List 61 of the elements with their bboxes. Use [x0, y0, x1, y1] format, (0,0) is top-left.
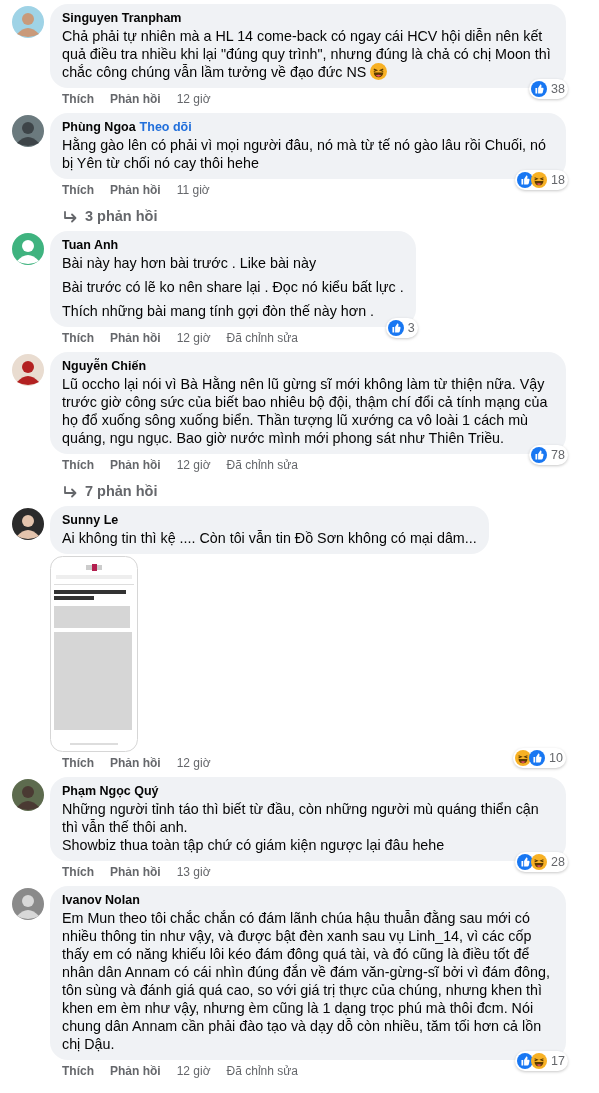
edited-label: Đã chỉnh sửa [226, 331, 298, 345]
author-name[interactable]: Nguyễn Chiến [62, 358, 147, 375]
avatar [12, 354, 44, 386]
like-link[interactable]: Thích [62, 183, 94, 197]
reaction-count: 17 [515, 1051, 568, 1071]
comment-text: Lũ occho lại nói vì Bà Hằng nên lũ gừng sĩ mới không làm từ thiện nữa. Vậy trước giờ công sức của biết bao nhiêu bộ đội, thậm chí đổi cả tính mạng của họ đổ xuống sông xuống biển. Thần tượng lũ xướng ca vô loài 1 cách mù quáng, ngu ngục. Bao giờ nước mình mới phong sát như Thiên Triều. [62, 375, 549, 447]
reply-link[interactable]: Phản hồi [110, 331, 161, 345]
author-name[interactable]: Tuan Anh [62, 237, 119, 254]
author-name[interactable]: Phạm Ngọc Quý [62, 783, 159, 800]
reply-arrow-icon [62, 484, 78, 498]
reply-link[interactable]: Phản hồi [110, 865, 161, 879]
like-link[interactable]: Thích [62, 865, 94, 879]
view-replies-link[interactable]: 7 phản hồi [50, 472, 158, 499]
comment-text: Bài này hay hơn bài trước . Like bài này [62, 254, 318, 272]
author-name[interactable]: Singuyen Tranpham [62, 10, 182, 27]
comment-text: Ai không tin thì kệ .... Còn tôi vẫn tin Đồ Sơn không có mại dâm... [62, 529, 477, 547]
timestamp[interactable]: 12 giờ [176, 331, 211, 345]
comment-text: Những người tỉnh táo thì biết từ đầu, còn những người mù quáng thiển cận thì vẫn thế thôi anh. [62, 800, 540, 836]
like-link[interactable]: Thích [62, 331, 94, 345]
timestamp[interactable]: 12 giờ [176, 92, 211, 106]
avatar [12, 508, 44, 540]
reaction-count: 3 [385, 318, 418, 338]
reaction-count: 10 [513, 748, 566, 768]
reply-link[interactable]: Phản hồi [110, 756, 161, 770]
reply-link[interactable]: Phản hồi [110, 183, 161, 197]
comment-text: Hằng gào lên có phải vì mọi người đâu, nó mà từ tế nó gào lâu rồi Chuối, nó bị Yên từ chối nó cay thôi hehe [62, 136, 547, 172]
comment-text: Chả phải tự nhiên mà a HL 14 come-back có ngay cái HCV hội diễn nên kết quả điều tra nhiều khi lại "đúng quy trình", nhưng đúng là chả có chị Moon thì chắc công chúng vẫn lầm tưởng về đạo đức NS [62, 27, 552, 81]
timestamp[interactable]: 11 giờ [176, 183, 210, 197]
edited-label: Đã chỉnh sửa [226, 1064, 298, 1078]
reaction-count: 78 [529, 445, 568, 465]
avatar [12, 233, 44, 265]
view-replies-link[interactable]: 3 phản hồi [50, 197, 158, 224]
reaction-count: 38 [529, 79, 568, 99]
timestamp[interactable]: 13 giờ [176, 865, 211, 879]
edited-label: Đã chỉnh sửa [226, 458, 298, 472]
timestamp[interactable]: 12 giờ [176, 756, 211, 770]
comment-text: Em Mun theo tôi chắc chắn có đám lãnh chúa hậu thuẫn đằng sau mới có nhiều thông tin như vậy, và được bật đèn xanh sau vụ Linh_14, vì các cốp thấy em có năng khiếu lôi kéo đám đông quá tài, và đó cũng là điều tốt để nhân dân Annam có cái nhìn đúng đắn về đám văn-gừng-sĩ bởi vì đám đông, tôn sùng và đánh giá quá cao, so với giá trị thực của chúng, nhưng khen thì khen em èm như vậy, nhưng èm cũng là 1 dạng trọc phú mà thôi đcm. Nói chung dân Annam cần phải đào tạo và dạy dỗ còn nhiều, tăm tối hơn cả lồn chị Dậu. [62, 909, 551, 1053]
timestamp[interactable]: 12 giờ [176, 458, 211, 472]
reply-link[interactable]: Phản hồi [110, 458, 161, 472]
like-link[interactable]: Thích [62, 92, 94, 106]
avatar [12, 6, 44, 38]
author-name[interactable]: Ivanov Nolan [62, 892, 140, 909]
author-name[interactable]: Sunny Le [62, 512, 119, 529]
comment-text: Bài trước có lẽ ko nên share lại . Đọc nó kiểu bất lực . [62, 278, 404, 296]
reaction-count: 28 [515, 852, 568, 872]
reply-link[interactable]: Phản hồi [110, 92, 161, 106]
reaction-count: 18 [515, 170, 568, 190]
avatar [12, 115, 44, 147]
laughing-face-icon [370, 63, 388, 80]
avatar [12, 779, 44, 811]
reply-link[interactable]: Phản hồi [110, 1064, 161, 1078]
like-link[interactable]: Thích [62, 756, 94, 770]
comment-text: Thích những bài mang tính gợi đòn thế này hơn . [62, 302, 376, 320]
like-link[interactable]: Thích [62, 458, 94, 472]
timestamp[interactable]: 12 giờ [176, 1064, 211, 1078]
reply-arrow-icon [62, 209, 78, 223]
comment-text: Showbiz thua toàn tập chứ có giám kiện ngược lại đâu hehe [62, 836, 446, 854]
avatar [12, 888, 44, 920]
like-link[interactable]: Thích [62, 1064, 94, 1078]
author-name[interactable]: Phùng Ngoa [62, 119, 136, 136]
follow-link[interactable]: Theo dõi [139, 119, 192, 136]
